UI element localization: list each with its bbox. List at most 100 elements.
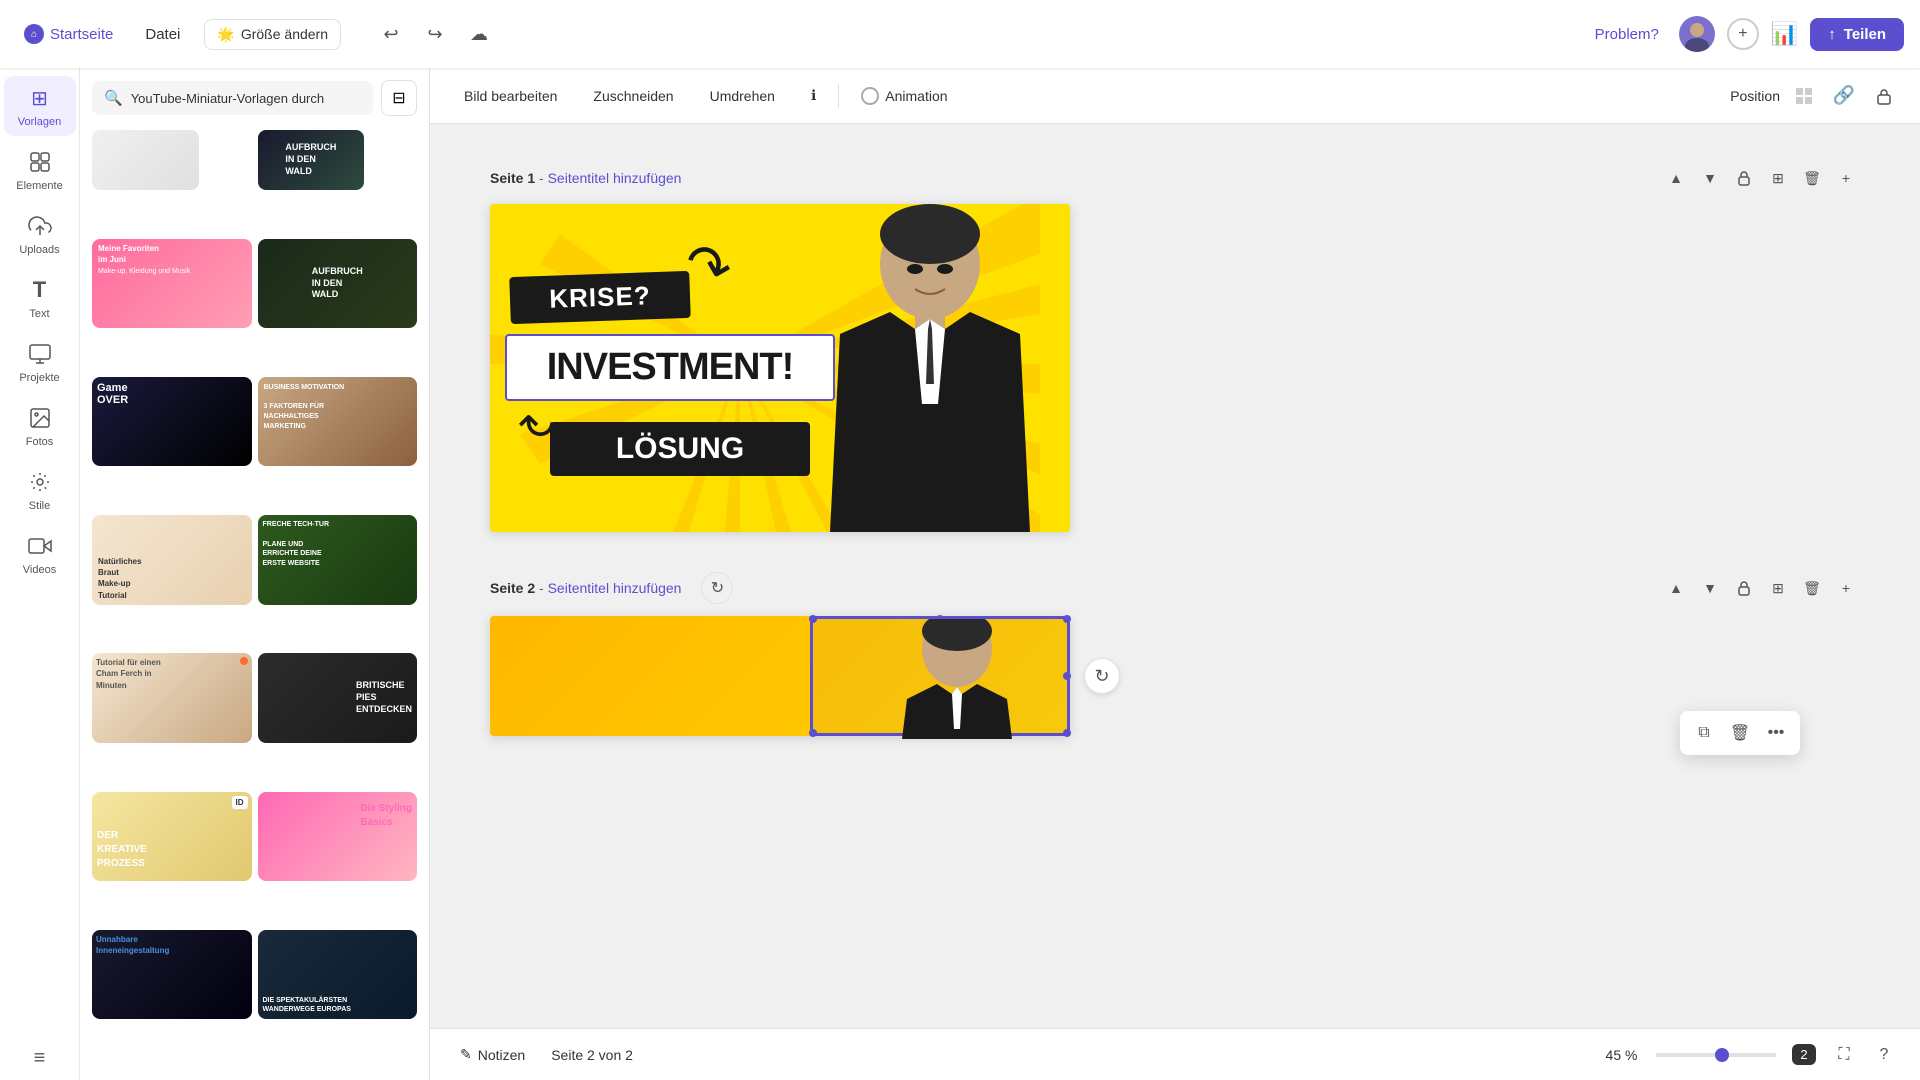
template-card-4[interactable]: BUSINESS MOTIVATION3 FAKTOREN FÜRNACHHAL… [258, 377, 418, 467]
canvas-slide-1[interactable]: .ray{fill:#FFD000;} [490, 204, 1070, 532]
flip-button[interactable]: Umdrehen [696, 82, 789, 110]
page-2-refresh-button[interactable]: ↻ [701, 572, 733, 604]
elemente-icon [26, 148, 54, 176]
page-2-up-button[interactable]: ▲ [1662, 574, 1690, 602]
color-grid-icon-button[interactable] [1788, 80, 1820, 112]
lock-icon-button[interactable] [1868, 80, 1900, 112]
sidebar-item-fotos[interactable]: Fotos [4, 396, 76, 456]
page-1-header: Seite 1 - Seitentitel hinzufügen ▲ ▼ ⊞ 🗑 [490, 164, 1860, 192]
canvas-slide-2[interactable]: ↻ [490, 616, 1070, 736]
template-card-top2[interactable]: AUFBRUCHIN DENWALD [258, 130, 365, 190]
share-label: Teilen [1844, 26, 1886, 43]
resize-button[interactable]: 🌟 Größe ändern [204, 19, 341, 50]
edit-image-button[interactable]: Bild bearbeiten [450, 82, 571, 110]
redo-button[interactable]: ↪ [417, 16, 453, 52]
template-card-10[interactable]: Die StylingBasics [258, 792, 418, 882]
header-right: Problem? + 📊 ↑ Teilen [1587, 16, 1904, 52]
page-1-lock-button[interactable] [1730, 164, 1758, 192]
page-2-down-button[interactable]: ▼ [1696, 574, 1724, 602]
ctx-more-button[interactable]: ••• [1760, 717, 1792, 749]
sidebar-item-projekte[interactable]: Projekte [4, 332, 76, 392]
template-card-2[interactable]: AUFBRUCHIN DENWALD [258, 239, 418, 329]
page-count-badge[interactable]: 2 [1788, 1039, 1820, 1071]
template-card-6[interactable]: FRECHE TECH-TURPLANE UNDERRICHTE DEINEER… [258, 515, 418, 605]
template-card-3[interactable]: GameOVER [92, 377, 252, 467]
page-2-add-button[interactable]: + [1832, 574, 1860, 602]
page-info: Seite 2 von 2 [551, 1047, 633, 1063]
ctx-delete-button[interactable]: 🗑 [1724, 717, 1756, 749]
ctx-copy-button[interactable]: ⧉ [1688, 717, 1720, 749]
sidebar-item-stile[interactable]: Stile [4, 460, 76, 520]
canvas-area[interactable]: Seite 1 - Seitentitel hinzufügen ▲ ▼ ⊞ 🗑 [430, 124, 1920, 1080]
canvas-inner: Seite 1 - Seitentitel hinzufügen ▲ ▼ ⊞ 🗑 [430, 124, 1920, 1080]
notes-button[interactable]: ✎ Notizen [450, 1040, 535, 1069]
page-2-delete-button[interactable]: 🗑 [1798, 574, 1826, 602]
search-input-wrapper[interactable]: 🔍 [92, 81, 373, 115]
slide1-loesung-text: LÖSUNG [550, 422, 810, 476]
home-button[interactable]: ⌂ Startseite [16, 18, 121, 50]
sidebar-item-extra[interactable]: ≡ [4, 1036, 76, 1080]
cloud-icon: ☁ [470, 24, 488, 45]
add-team-button[interactable]: + [1727, 18, 1759, 50]
page-2-lock-button[interactable] [1730, 574, 1758, 602]
sidebar-item-vorlagen[interactable]: ⊞ Vorlagen [4, 76, 76, 136]
slide1-krise-text: KRISE? [509, 271, 691, 324]
problem-button[interactable]: Problem? [1587, 20, 1667, 49]
sidebar-item-text[interactable]: T Text [4, 268, 76, 328]
page-1-down-button[interactable]: ▼ [1696, 164, 1724, 192]
undo-button[interactable]: ↩ [373, 16, 409, 52]
page-2-duplicate-button[interactable]: ⊞ [1764, 574, 1792, 602]
page-1-add-title[interactable]: Seitentitel hinzufügen [548, 170, 682, 186]
analytics-icon[interactable]: 📊 [1771, 21, 1798, 47]
page-2-title: Seite 2 - Seitentitel hinzufügen [490, 580, 681, 596]
cloud-button[interactable]: ☁ [461, 16, 497, 52]
handle-rc[interactable] [1063, 672, 1071, 680]
handle-br[interactable] [1063, 729, 1071, 737]
bottom-bar: ✎ Notizen Seite 2 von 2 45 % 2 ⛶ ? [430, 1028, 1920, 1080]
page-2-add-title[interactable]: Seitentitel hinzufügen [548, 580, 682, 596]
template-card-11[interactable]: UnnahbareInneneingestaltung [92, 930, 252, 1020]
file-button[interactable]: Datei [137, 20, 188, 49]
sidebar-item-videos[interactable]: Videos [4, 524, 76, 584]
search-input[interactable] [131, 91, 361, 106]
template-card-1[interactable]: Meine Favoritenim JuniMake-up, Kleidung … [92, 239, 252, 329]
zoom-slider[interactable] [1656, 1053, 1776, 1057]
left-panel: 🔍 ⊟ AUFBRUCHIN DENWALD Meine Favoritenim… [80, 68, 430, 1080]
template-card-12[interactable]: DIE SPEKTAKULÄRSTENWANDERWEGE EUROPAS [258, 930, 418, 1020]
help-button[interactable]: ? [1868, 1039, 1900, 1071]
page-1-up-button[interactable]: ▲ [1662, 164, 1690, 192]
template-text-3: GameOVER [97, 382, 128, 406]
link-icon-button[interactable]: 🔗 [1828, 80, 1860, 112]
handle-tr[interactable] [1063, 615, 1071, 623]
avatar [1679, 16, 1715, 52]
page-1-delete-button[interactable]: 🗑 [1798, 164, 1826, 192]
handle-tl[interactable] [809, 615, 817, 623]
page-1-duplicate-button[interactable]: ⊞ [1764, 164, 1792, 192]
toolbar-right: Position 🔗 [1730, 80, 1900, 112]
handle-bl[interactable] [809, 729, 817, 737]
fotos-icon [26, 404, 54, 432]
templates-grid: AUFBRUCHIN DENWALD Meine Favoritenim Jun… [80, 124, 429, 1068]
vorlagen-label: Vorlagen [18, 116, 61, 128]
filter-button[interactable]: ⊟ [381, 80, 417, 116]
share-button[interactable]: ↑ Teilen [1810, 18, 1904, 51]
element-refresh-button[interactable]: ↻ [1084, 658, 1120, 694]
videos-icon [26, 532, 54, 560]
info-button[interactable]: ℹ [797, 81, 830, 110]
position-label[interactable]: Position [1730, 88, 1780, 104]
template-card-5[interactable]: NatürlichesBrautMake-upTutorial [92, 515, 252, 605]
stile-label: Stile [29, 500, 50, 512]
fullscreen-button[interactable]: ⛶ [1828, 1039, 1860, 1071]
sidebar-item-elemente[interactable]: Elemente [4, 140, 76, 200]
page-1-add-button[interactable]: + [1832, 164, 1860, 192]
template-card-8[interactable]: BRITISCHEPIESENTDECKEN [258, 653, 418, 743]
crop-button[interactable]: Zuschneiden [579, 82, 687, 110]
hide-panel-button[interactable]: ‹ [429, 544, 430, 604]
template-card-9[interactable]: DERKREATIVEPROZESS ID [92, 792, 252, 882]
page-2-header: Seite 2 - Seitentitel hinzufügen ↻ ▲ ▼ [490, 572, 1860, 604]
zoom-thumb[interactable] [1715, 1048, 1729, 1062]
template-card-top1[interactable] [92, 130, 199, 190]
template-card-7[interactable]: Tutorial für einenCham Ferch inMinuten [92, 653, 252, 743]
sidebar-item-uploads[interactable]: Uploads [4, 204, 76, 264]
animation-button[interactable]: Animation [847, 81, 961, 111]
